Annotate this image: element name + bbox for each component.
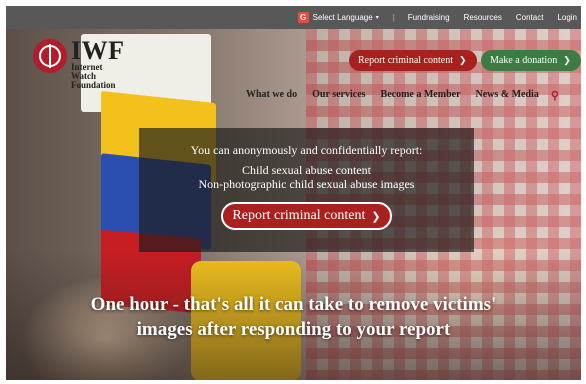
headline-line2: images after responding to your report (136, 319, 451, 340)
hero-headline: One hour - that's all it can take to rem… (6, 292, 581, 342)
topbar-link-resources[interactable]: Resources (464, 13, 502, 22)
report-intro-text: You can anonymously and confidentially r… (190, 143, 423, 157)
headline-line1: One hour - that's all it can take to rem… (90, 294, 497, 315)
language-selector[interactable]: G Select Language ▾ (297, 12, 379, 23)
topbar-link-fundraising[interactable]: Fundraising (408, 13, 450, 22)
chevron-right-icon: ❯ (371, 210, 381, 223)
search-icon[interactable]: ⚲ (551, 89, 559, 102)
topbar-link-login[interactable]: Login (557, 13, 577, 22)
browser-viewport: G Select Language ▾ | Fundraising Resour… (6, 6, 581, 380)
make-donation-button[interactable]: Make a donation ❯ (481, 50, 581, 71)
logo-name: IWF (71, 36, 125, 65)
divider: | (392, 13, 395, 22)
panel-report-button-label: Report criminal content (232, 208, 366, 223)
report-item-csa: Child sexual abuse content (242, 163, 371, 177)
nav-item-become-member[interactable]: Become a Member (381, 89, 461, 102)
report-button-label: Report criminal content (358, 55, 453, 66)
report-criminal-content-button[interactable]: Report criminal content ❯ (349, 50, 477, 71)
topbar-link-contact[interactable]: Contact (516, 13, 544, 22)
report-panel: You can anonymously and confidentially r… (139, 128, 474, 252)
chevron-right-icon: ❯ (458, 55, 467, 65)
main-nav: What we do Our services Become a Member … (246, 89, 559, 102)
language-label: Select Language (312, 13, 373, 22)
logo-subtitle-line3: Foundation (71, 80, 116, 90)
report-item-non-photo: Non-photographic child sexual abuse imag… (198, 177, 415, 191)
iwf-logo[interactable]: IWF Internet Watch Foundation (33, 36, 125, 90)
iwf-logo-icon (33, 39, 67, 73)
chevron-right-icon: ❯ (563, 55, 571, 65)
google-translate-icon: G (297, 12, 309, 23)
panel-report-button[interactable]: Report criminal content ❯ (221, 202, 392, 230)
nav-item-our-services[interactable]: Our services (312, 89, 365, 102)
nav-item-what-we-do[interactable]: What we do (246, 89, 297, 102)
top-utility-bar: G Select Language ▾ | Fundraising Resour… (6, 6, 581, 29)
logo-text: IWF Internet Watch Foundation (71, 36, 125, 90)
nav-item-news-media[interactable]: News & Media (476, 89, 539, 102)
chevron-down-icon: ▾ (375, 15, 379, 21)
donate-button-label: Make a donation (490, 55, 558, 66)
